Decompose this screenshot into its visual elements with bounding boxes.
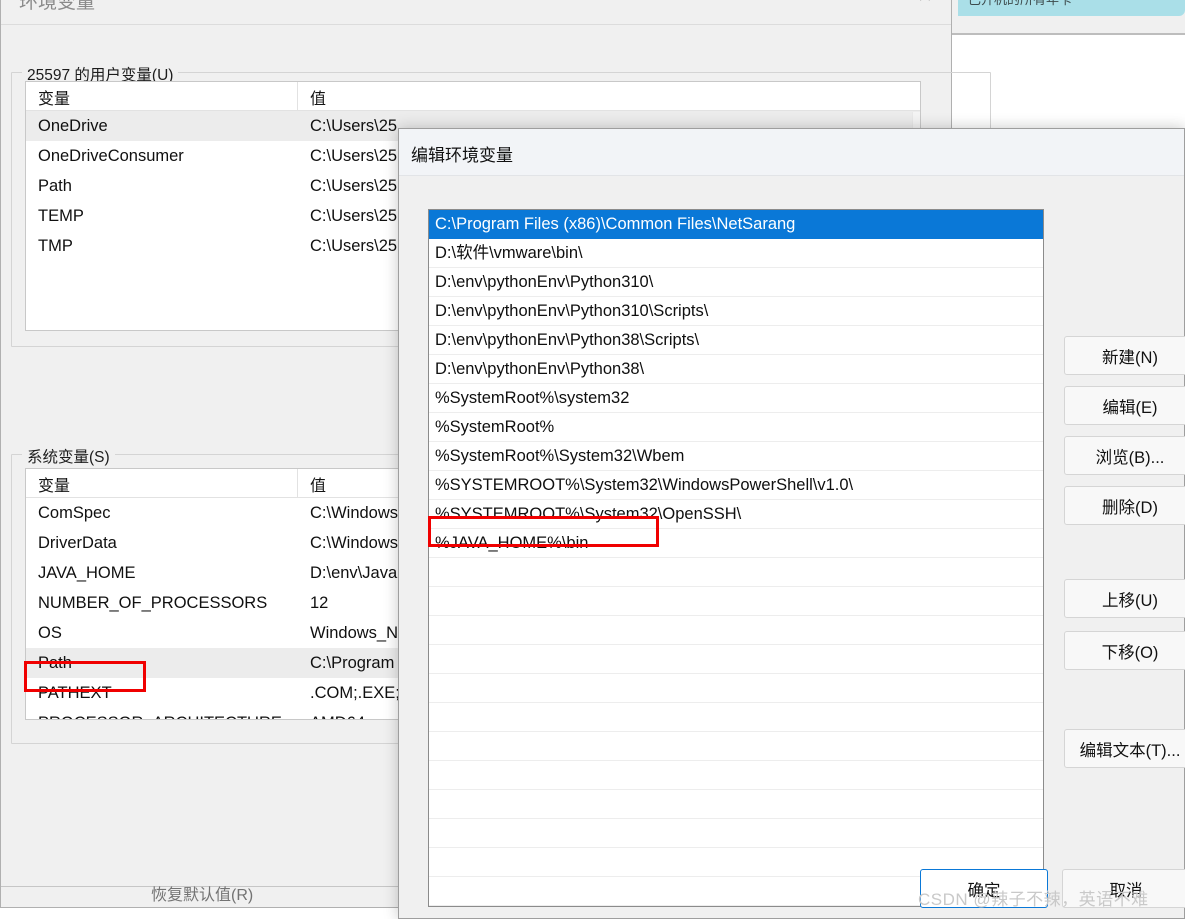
- edit-dialog-titlebar: 编辑环境变量: [399, 129, 1184, 176]
- list-item[interactable]: [429, 732, 1043, 761]
- list-item[interactable]: D:\env\pythonEnv\Python310\: [429, 268, 1043, 297]
- list-item[interactable]: %SystemRoot%\System32\Wbem: [429, 442, 1043, 471]
- variable-name-cell: Path: [38, 653, 72, 672]
- variable-name-cell: TMP: [38, 236, 73, 255]
- list-item[interactable]: [429, 616, 1043, 645]
- path-entries-list[interactable]: C:\Program Files (x86)\Common Files\NetS…: [428, 209, 1044, 907]
- background-cyan-banner-label: 已开机的所有年卡: [968, 0, 1178, 8]
- variable-name-cell: PROCESSOR_ARCHITECTURE: [26, 714, 298, 720]
- list-item[interactable]: D:\env\pythonEnv\Python38\: [429, 355, 1043, 384]
- list-item[interactable]: C:\Program Files (x86)\Common Files\NetS…: [429, 210, 1043, 239]
- screenshot-root: 已开机的所有年卡 环境变量 ✕ 25597 的用户变量(U) 变量 值 OneD…: [0, 0, 1185, 919]
- new-button[interactable]: 新建(N): [1064, 336, 1185, 375]
- list-item[interactable]: [429, 558, 1043, 587]
- list-item[interactable]: %SystemRoot%: [429, 413, 1043, 442]
- list-item[interactable]: D:\软件\vmware\bin\: [429, 239, 1043, 268]
- list-item[interactable]: [429, 645, 1043, 674]
- variable-name-cell: OneDrive: [38, 116, 108, 135]
- variable-name-cell: JAVA_HOME: [38, 563, 136, 582]
- list-item[interactable]: D:\env\pythonEnv\Python38\Scripts\: [429, 326, 1043, 355]
- list-item[interactable]: [429, 703, 1043, 732]
- user-variables-header: 变量 值: [26, 82, 920, 111]
- column-header-value: 值: [310, 91, 327, 108]
- variable-name-cell: OneDriveConsumer: [38, 146, 184, 165]
- list-item[interactable]: [429, 674, 1043, 703]
- list-item[interactable]: [429, 819, 1043, 848]
- move-up-button[interactable]: 上移(U): [1064, 579, 1185, 618]
- list-item[interactable]: [429, 587, 1043, 616]
- variable-name-cell: ComSpec: [38, 503, 111, 522]
- system-variables-legend: 系统变量(S): [22, 445, 115, 467]
- variable-name-cell: Path: [38, 176, 72, 195]
- window-title: 环境变量: [19, 0, 96, 13]
- variable-name-cell: OS: [38, 623, 62, 642]
- list-item[interactable]: [429, 790, 1043, 819]
- window-titlebar: 环境变量 ✕: [1, 0, 951, 24]
- list-item[interactable]: %SYSTEMROOT%\System32\WindowsPowerShell\…: [429, 471, 1043, 500]
- variable-name-cell: PATHEXT: [38, 683, 112, 702]
- variable-name-cell: DriverData: [38, 533, 117, 552]
- list-item[interactable]: %SystemRoot%\system32: [429, 384, 1043, 413]
- restore-defaults-button-clipped[interactable]: 恢复默认值(R): [151, 881, 253, 905]
- edit-button[interactable]: 编辑(E): [1064, 386, 1185, 425]
- move-down-button[interactable]: 下移(O): [1064, 631, 1185, 670]
- titlebar-divider: [1, 24, 951, 25]
- background-separator: [950, 33, 1185, 35]
- watermark: CSDN @辣子不辣，英语不难: [918, 890, 1149, 909]
- list-item[interactable]: [429, 761, 1043, 790]
- delete-button[interactable]: 删除(D): [1064, 486, 1185, 525]
- variable-name-cell: NUMBER_OF_PROCESSORS: [38, 593, 268, 612]
- list-item[interactable]: %SYSTEMROOT%\System32\OpenSSH\: [429, 500, 1043, 529]
- edit-text-button[interactable]: 编辑文本(T)...: [1064, 729, 1185, 768]
- edit-environment-variable-dialog: 编辑环境变量 C:\Program Files (x86)\Common Fil…: [398, 128, 1185, 919]
- browse-button[interactable]: 浏览(B)...: [1064, 436, 1185, 475]
- path-entries-rows: C:\Program Files (x86)\Common Files\NetS…: [429, 210, 1043, 906]
- list-item[interactable]: D:\env\pythonEnv\Python310\Scripts\: [429, 297, 1043, 326]
- variable-name-cell: TEMP: [38, 206, 84, 225]
- close-icon[interactable]: ✕: [899, 0, 951, 14]
- list-item[interactable]: %JAVA_HOME%\bin: [429, 529, 1043, 558]
- column-header-variable: 变量: [26, 82, 298, 110]
- column-header-variable: 变量: [26, 469, 298, 497]
- edit-dialog-title: 编辑环境变量: [411, 146, 513, 165]
